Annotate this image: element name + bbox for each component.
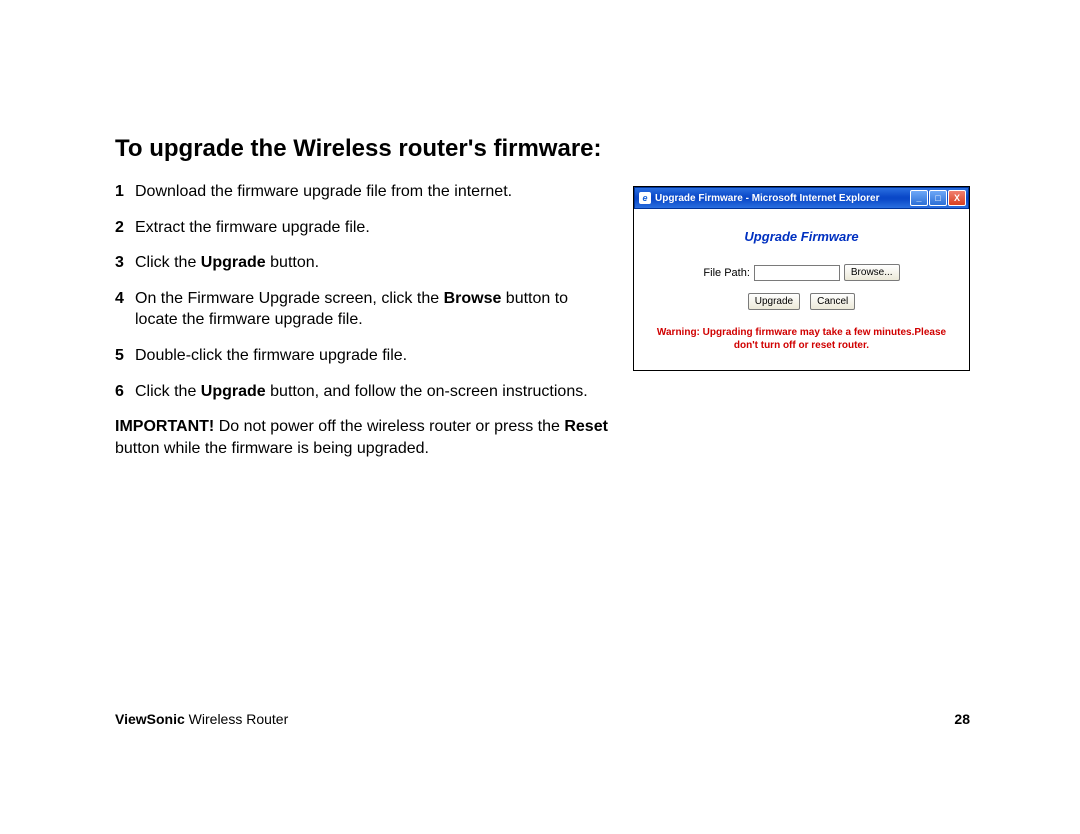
- step-3: 3 Click the Upgrade button.: [115, 252, 615, 274]
- browse-bold: Browse: [444, 290, 502, 307]
- titlebar: e Upgrade Firmware - Microsoft Internet …: [634, 187, 969, 209]
- step-6: 6 Click the Upgrade button, and follow t…: [115, 381, 615, 403]
- step-4: 4 On the Firmware Upgrade screen, click …: [115, 288, 615, 331]
- cancel-button[interactable]: Cancel: [810, 293, 855, 310]
- step-number: 3: [115, 252, 135, 274]
- step-text: Download the firmware upgrade file from …: [135, 181, 615, 203]
- step-2: 2 Extract the firmware upgrade file.: [115, 217, 615, 239]
- file-path-label: File Path:: [703, 267, 749, 279]
- page-title: To upgrade the Wireless router's firmwar…: [115, 135, 970, 163]
- step-5: 5 Double-click the firmware upgrade file…: [115, 345, 615, 367]
- important-text: button while the firmware is being upgra…: [115, 440, 429, 457]
- step-text: Extract the firmware upgrade file.: [135, 217, 615, 239]
- page-number: 28: [954, 711, 970, 727]
- upgrade-button[interactable]: Upgrade: [748, 293, 800, 310]
- browse-button[interactable]: Browse...: [844, 264, 900, 281]
- upgrade-bold: Upgrade: [201, 254, 266, 271]
- maximize-button[interactable]: □: [929, 190, 947, 206]
- step-number: 2: [115, 217, 135, 239]
- footer-brand: ViewSonic: [115, 711, 185, 727]
- page-footer: ViewSonic Wireless Router 28: [115, 711, 970, 727]
- file-path-input[interactable]: [754, 265, 840, 281]
- footer-product: Wireless Router: [185, 711, 288, 727]
- ie-icon: e: [639, 192, 651, 204]
- ie-glyph: e: [642, 193, 647, 203]
- important-note: IMPORTANT! Do not power off the wireless…: [115, 416, 615, 459]
- window-title: Upgrade Firmware - Microsoft Internet Ex…: [655, 193, 910, 204]
- instruction-list: 1 Download the firmware upgrade file fro…: [115, 181, 615, 459]
- step-text-part: On the Firmware Upgrade screen, click th…: [135, 290, 444, 307]
- important-label: IMPORTANT!: [115, 418, 214, 435]
- step-text-part: Click the: [135, 383, 201, 400]
- warning-text: Warning: Upgrading firmware may take a f…: [644, 326, 959, 352]
- step-number: 6: [115, 381, 135, 403]
- step-number: 5: [115, 345, 135, 367]
- browser-window: e Upgrade Firmware - Microsoft Internet …: [633, 186, 970, 371]
- panel-title: Upgrade Firmware: [644, 229, 959, 244]
- minimize-button[interactable]: _: [910, 190, 928, 206]
- step-text-part: button.: [266, 254, 319, 271]
- step-text: On the Firmware Upgrade screen, click th…: [135, 288, 615, 331]
- close-button[interactable]: X: [948, 190, 966, 206]
- step-text: Click the Upgrade button, and follow the…: [135, 381, 615, 403]
- reset-bold: Reset: [564, 418, 608, 435]
- window-body: Upgrade Firmware File Path: Browse... Up…: [634, 209, 969, 370]
- important-text: Do not power off the wireless router or …: [214, 418, 564, 435]
- step-number: 4: [115, 288, 135, 331]
- step-text: Double-click the firmware upgrade file.: [135, 345, 615, 367]
- step-number: 1: [115, 181, 135, 203]
- step-text: Click the Upgrade button.: [135, 252, 615, 274]
- step-1: 1 Download the firmware upgrade file fro…: [115, 181, 615, 203]
- upgrade-bold: Upgrade: [201, 383, 266, 400]
- step-text-part: Click the: [135, 254, 201, 271]
- step-text-part: button, and follow the on-screen instruc…: [266, 383, 588, 400]
